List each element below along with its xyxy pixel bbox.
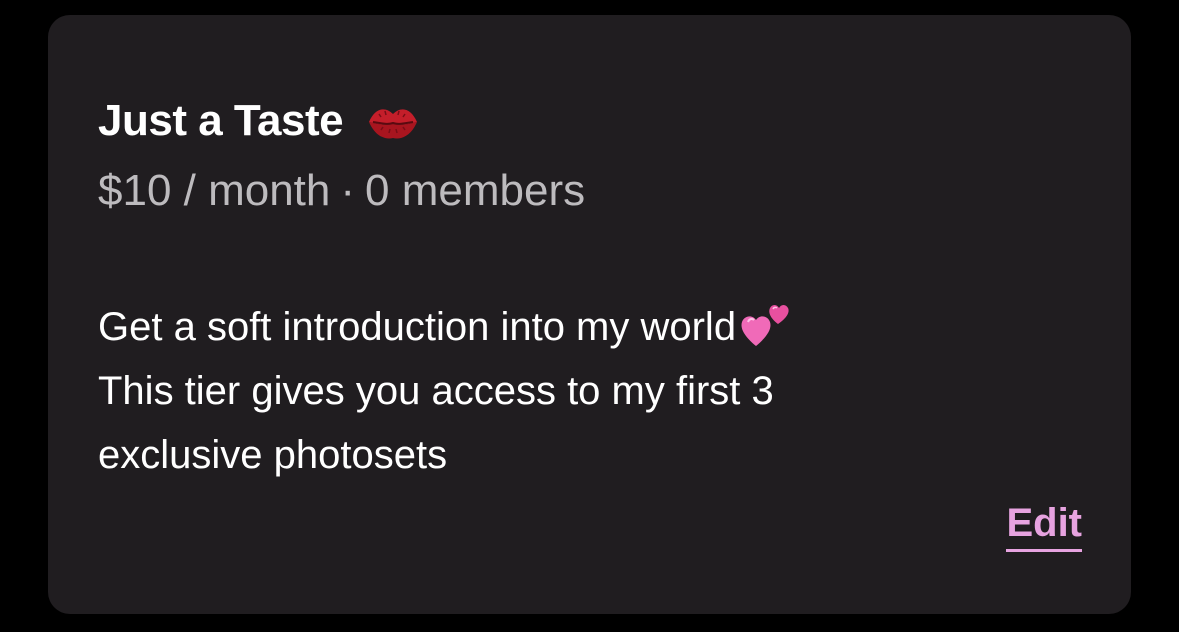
tier-description: Get a soft introduction into my world Th… xyxy=(98,295,998,487)
tier-member-count: 0 members xyxy=(365,166,586,215)
description-line-2: This tier gives you access to my first 3 xyxy=(98,369,774,413)
tier-price: $10 / month xyxy=(98,166,331,215)
description-line-3: exclusive photosets xyxy=(98,433,448,477)
tier-card: Just a Taste $10 / month · 0 members Get a… xyxy=(48,15,1131,614)
tier-title-row: Just a Taste xyxy=(98,93,421,149)
tier-title: Just a Taste xyxy=(98,96,344,145)
description-line: Get a soft introduction into my world xyxy=(98,295,998,359)
tier-meta: $10 / month · 0 members xyxy=(98,163,585,219)
meta-separator: · xyxy=(340,166,356,215)
edit-tier-button[interactable]: Edit xyxy=(1006,497,1082,552)
kiss-lips-icon xyxy=(365,102,421,142)
description-line-1: Get a soft introduction into my world xyxy=(98,305,737,349)
two-hearts-icon xyxy=(740,300,792,348)
